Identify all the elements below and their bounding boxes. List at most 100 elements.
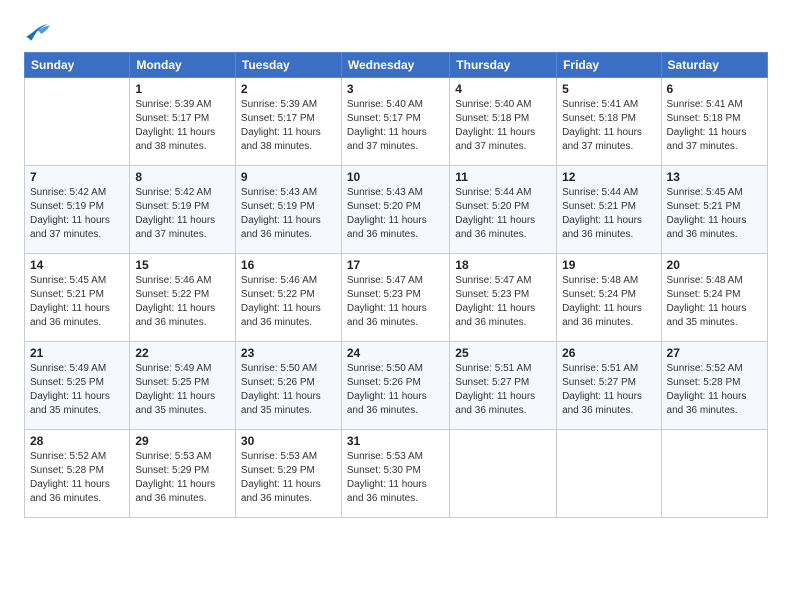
calendar-cell xyxy=(25,78,130,166)
calendar-cell: 23 Sunrise: 5:50 AMSunset: 5:26 PMDayligh… xyxy=(235,342,341,430)
header xyxy=(24,18,768,44)
calendar-cell xyxy=(557,430,661,518)
day-number: 11 xyxy=(455,170,551,184)
calendar-cell: 29 Sunrise: 5:53 AMSunset: 5:29 PMDayligh… xyxy=(130,430,236,518)
calendar-week-1: 1 Sunrise: 5:39 AMSunset: 5:17 PMDaylight… xyxy=(25,78,768,166)
day-info: Sunrise: 5:51 AMSunset: 5:27 PMDaylight:… xyxy=(562,362,655,418)
day-number: 1 xyxy=(135,82,230,96)
day-info: Sunrise: 5:43 AMSunset: 5:19 PMDaylight:… xyxy=(241,186,336,242)
day-number: 4 xyxy=(455,82,551,96)
day-number: 16 xyxy=(241,258,336,272)
day-info: Sunrise: 5:52 AMSunset: 5:28 PMDaylight:… xyxy=(667,362,762,418)
day-number: 10 xyxy=(347,170,444,184)
day-info: Sunrise: 5:46 AMSunset: 5:22 PMDaylight:… xyxy=(135,274,230,330)
calendar-cell: 27Sunrise: 5:52 AMSunset: 5:28 PMDayligh… xyxy=(661,342,767,430)
calendar-cell: 2 Sunrise: 5:39 AMSunset: 5:17 PMDaylight… xyxy=(235,78,341,166)
day-info: Sunrise: 5:40 AMSunset: 5:18 PMDaylight:… xyxy=(455,98,551,154)
weekday-header-saturday: Saturday xyxy=(661,53,767,78)
calendar-cell: 21 Sunrise: 5:49 AMSunset: 5:25 PMDayligh… xyxy=(25,342,130,430)
calendar-header-row: SundayMondayTuesdayWednesdayThursdayFrid… xyxy=(25,53,768,78)
calendar-cell: 7Sunrise: 5:42 AMSunset: 5:19 PMDaylight… xyxy=(25,166,130,254)
day-info: Sunrise: 5:45 AMSunset: 5:21 PMDaylight:… xyxy=(30,274,124,330)
calendar-week-5: 28 Sunrise: 5:52 AMSunset: 5:28 PMDayligh… xyxy=(25,430,768,518)
logo-bird-icon xyxy=(24,22,52,44)
day-info: Sunrise: 5:47 AMSunset: 5:23 PMDaylight:… xyxy=(347,274,444,330)
calendar-cell: 26 Sunrise: 5:51 AMSunset: 5:27 PMDayligh… xyxy=(557,342,661,430)
day-info: Sunrise: 5:41 AMSunset: 5:18 PMDaylight:… xyxy=(667,98,762,154)
day-info: Sunrise: 5:46 AMSunset: 5:22 PMDaylight:… xyxy=(241,274,336,330)
calendar-cell: 9 Sunrise: 5:43 AMSunset: 5:19 PMDaylight… xyxy=(235,166,341,254)
calendar-cell xyxy=(450,430,557,518)
day-info: Sunrise: 5:48 AMSunset: 5:24 PMDaylight:… xyxy=(562,274,655,330)
day-number: 28 xyxy=(30,434,124,448)
day-info: Sunrise: 5:49 AMSunset: 5:25 PMDaylight:… xyxy=(30,362,124,418)
day-number: 15 xyxy=(135,258,230,272)
calendar-cell: 11 Sunrise: 5:44 AMSunset: 5:20 PMDayligh… xyxy=(450,166,557,254)
day-number: 8 xyxy=(135,170,230,184)
day-number: 29 xyxy=(135,434,230,448)
day-number: 2 xyxy=(241,82,336,96)
day-info: Sunrise: 5:39 AMSunset: 5:17 PMDaylight:… xyxy=(135,98,230,154)
day-info: Sunrise: 5:50 AMSunset: 5:26 PMDaylight:… xyxy=(241,362,336,418)
calendar-cell: 14 Sunrise: 5:45 AMSunset: 5:21 PMDayligh… xyxy=(25,254,130,342)
day-number: 30 xyxy=(241,434,336,448)
day-info: Sunrise: 5:44 AMSunset: 5:20 PMDaylight:… xyxy=(455,186,551,242)
day-info: Sunrise: 5:44 AMSunset: 5:21 PMDaylight:… xyxy=(562,186,655,242)
calendar-cell: 18Sunrise: 5:47 AMSunset: 5:23 PMDayligh… xyxy=(450,254,557,342)
day-info: Sunrise: 5:53 AMSunset: 5:29 PMDaylight:… xyxy=(241,450,336,506)
day-number: 9 xyxy=(241,170,336,184)
calendar-cell: 31Sunrise: 5:53 AMSunset: 5:30 PMDayligh… xyxy=(341,430,449,518)
calendar-cell: 5Sunrise: 5:41 AMSunset: 5:18 PMDaylight… xyxy=(557,78,661,166)
day-info: Sunrise: 5:52 AMSunset: 5:28 PMDaylight:… xyxy=(30,450,124,506)
calendar-cell: 1 Sunrise: 5:39 AMSunset: 5:17 PMDaylight… xyxy=(130,78,236,166)
calendar-week-4: 21 Sunrise: 5:49 AMSunset: 5:25 PMDayligh… xyxy=(25,342,768,430)
calendar-cell: 20Sunrise: 5:48 AMSunset: 5:24 PMDayligh… xyxy=(661,254,767,342)
logo xyxy=(24,22,54,44)
day-number: 23 xyxy=(241,346,336,360)
day-info: Sunrise: 5:47 AMSunset: 5:23 PMDaylight:… xyxy=(455,274,551,330)
day-number: 26 xyxy=(562,346,655,360)
calendar-cell: 16 Sunrise: 5:46 AMSunset: 5:22 PMDayligh… xyxy=(235,254,341,342)
calendar-cell: 13 Sunrise: 5:45 AMSunset: 5:21 PMDayligh… xyxy=(661,166,767,254)
day-number: 17 xyxy=(347,258,444,272)
day-number: 7 xyxy=(30,170,124,184)
calendar-cell: 17 Sunrise: 5:47 AMSunset: 5:23 PMDayligh… xyxy=(341,254,449,342)
calendar-cell: 4 Sunrise: 5:40 AMSunset: 5:18 PMDaylight… xyxy=(450,78,557,166)
day-number: 13 xyxy=(667,170,762,184)
weekday-header-monday: Monday xyxy=(130,53,236,78)
day-number: 25 xyxy=(455,346,551,360)
calendar-cell: 22 Sunrise: 5:49 AMSunset: 5:25 PMDayligh… xyxy=(130,342,236,430)
calendar-table: SundayMondayTuesdayWednesdayThursdayFrid… xyxy=(24,52,768,518)
day-info: Sunrise: 5:50 AMSunset: 5:26 PMDaylight:… xyxy=(347,362,444,418)
day-number: 31 xyxy=(347,434,444,448)
day-info: Sunrise: 5:42 AMSunset: 5:19 PMDaylight:… xyxy=(135,186,230,242)
day-info: Sunrise: 5:51 AMSunset: 5:27 PMDaylight:… xyxy=(455,362,551,418)
calendar-cell: 15 Sunrise: 5:46 AMSunset: 5:22 PMDayligh… xyxy=(130,254,236,342)
weekday-header-tuesday: Tuesday xyxy=(235,53,341,78)
day-number: 22 xyxy=(135,346,230,360)
day-info: Sunrise: 5:53 AMSunset: 5:29 PMDaylight:… xyxy=(135,450,230,506)
calendar-week-2: 7 Sunrise: 5:42 AMSunset: 5:19 PMDaylight… xyxy=(25,166,768,254)
calendar-cell: 30 Sunrise: 5:53 AMSunset: 5:29 PMDayligh… xyxy=(235,430,341,518)
day-info: Sunrise: 5:39 AMSunset: 5:17 PMDaylight:… xyxy=(241,98,336,154)
day-number: 3 xyxy=(347,82,444,96)
calendar-cell: 12Sunrise: 5:44 AMSunset: 5:21 PMDayligh… xyxy=(557,166,661,254)
day-number: 24 xyxy=(347,346,444,360)
day-info: Sunrise: 5:45 AMSunset: 5:21 PMDaylight:… xyxy=(667,186,762,242)
day-number: 20 xyxy=(667,258,762,272)
calendar-cell: 10Sunrise: 5:43 AMSunset: 5:20 PMDayligh… xyxy=(341,166,449,254)
page: SundayMondayTuesdayWednesdayThursdayFrid… xyxy=(0,0,792,612)
day-number: 14 xyxy=(30,258,124,272)
calendar-cell: 28 Sunrise: 5:52 AMSunset: 5:28 PMDayligh… xyxy=(25,430,130,518)
day-number: 19 xyxy=(562,258,655,272)
day-number: 5 xyxy=(562,82,655,96)
day-info: Sunrise: 5:49 AMSunset: 5:25 PMDaylight:… xyxy=(135,362,230,418)
calendar-week-3: 14 Sunrise: 5:45 AMSunset: 5:21 PMDayligh… xyxy=(25,254,768,342)
day-number: 21 xyxy=(30,346,124,360)
weekday-header-sunday: Sunday xyxy=(25,53,130,78)
calendar-cell: 24 Sunrise: 5:50 AMSunset: 5:26 PMDayligh… xyxy=(341,342,449,430)
calendar-cell: 3Sunrise: 5:40 AMSunset: 5:17 PMDaylight… xyxy=(341,78,449,166)
day-number: 6 xyxy=(667,82,762,96)
calendar-cell: 19 Sunrise: 5:48 AMSunset: 5:24 PMDayligh… xyxy=(557,254,661,342)
weekday-header-friday: Friday xyxy=(557,53,661,78)
